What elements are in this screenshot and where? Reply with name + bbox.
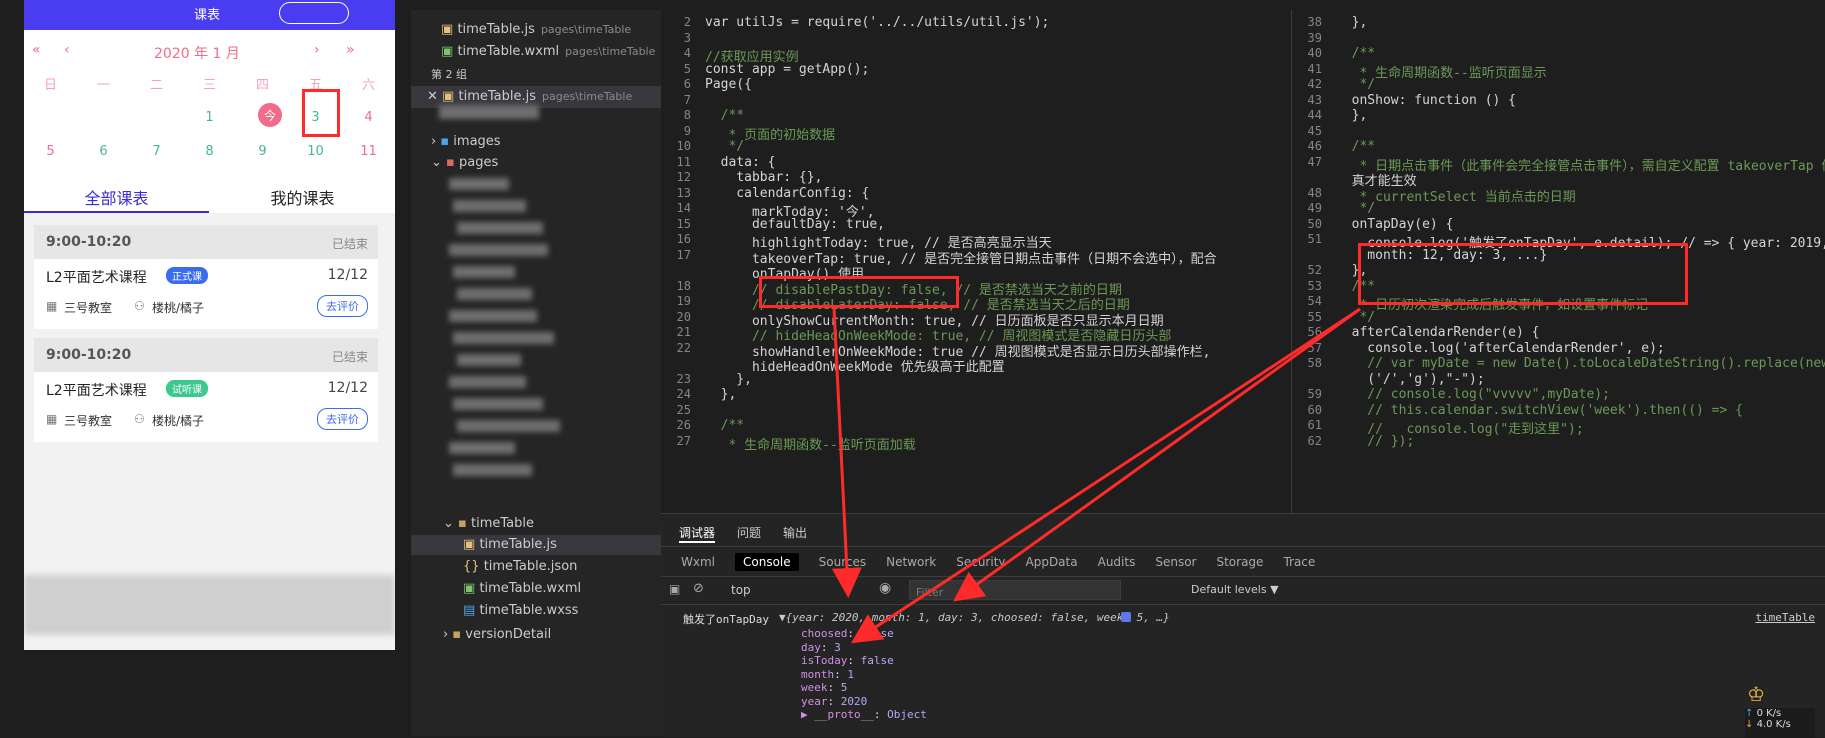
- arrow-onTapDay-to-day: [850, 307, 1361, 644]
- arrow-onTapDay-to-log: [953, 307, 1361, 602]
- arrow-takeover-to-log: [831, 307, 862, 598]
- annotation-arrows: [831, 307, 1361, 644]
